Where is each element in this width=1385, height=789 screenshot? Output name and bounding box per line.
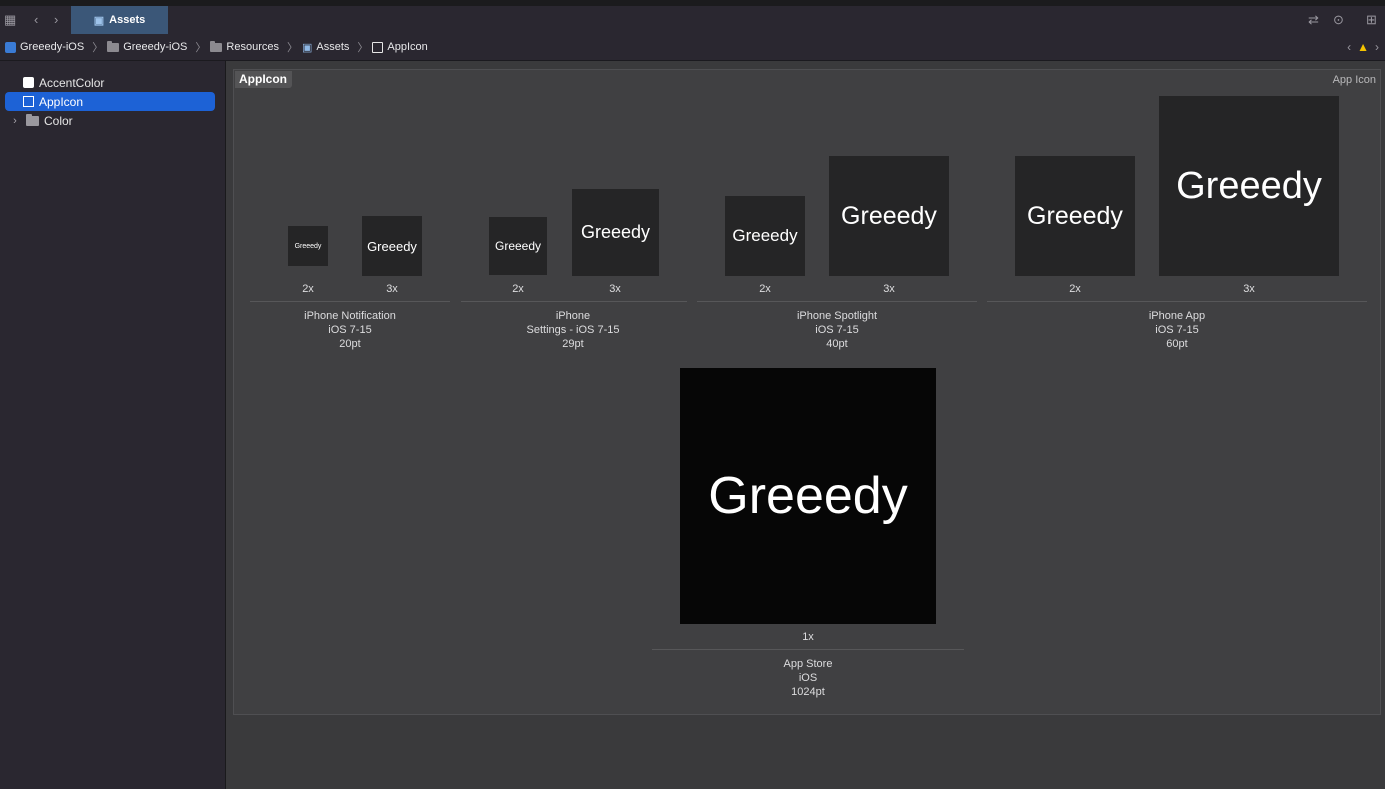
icon-slot-spotlight-3x[interactable]: Greeedy — [829, 156, 949, 276]
icon-text: Greeedy — [1176, 164, 1322, 207]
icon-text: Greeedy — [841, 201, 937, 230]
grid-icon[interactable]: ▦ — [4, 13, 16, 27]
group-size: 29pt — [562, 338, 584, 350]
scale-label: 2x — [759, 283, 771, 295]
breadcrumb-group[interactable]: Greeedy-iOS — [123, 41, 187, 53]
appicon-set-panel: AppIcon App Icon Greeedy Greeedy 2x 3x i… — [233, 69, 1381, 715]
tab-assets[interactable]: ▣ Assets — [71, 6, 168, 34]
divider — [652, 649, 964, 650]
divider — [461, 301, 687, 302]
breadcrumb-project[interactable]: Greeedy-iOS — [20, 41, 84, 53]
breadcrumb-separator-icon: 〉 — [92, 42, 104, 54]
group-name: iPhone Notification — [304, 310, 396, 322]
appicon-icon — [372, 41, 384, 53]
breadcrumb-separator-icon: 〉 — [357, 42, 369, 54]
icon-text: Greeedy — [580, 222, 651, 242]
chevron-right-icon[interactable]: › — [9, 115, 21, 127]
group-platform: Settings - iOS 7-15 — [526, 324, 620, 336]
tab-assets-label: Assets — [109, 14, 146, 26]
breadcrumb-appicon[interactable]: AppIcon — [387, 41, 427, 53]
scale-label: 3x — [609, 283, 621, 295]
panel-title: AppIcon — [235, 71, 292, 88]
divider — [697, 301, 977, 302]
project-icon — [5, 41, 16, 53]
icon-slot-settings-2x[interactable]: Greeedy — [489, 217, 547, 275]
asset-type-label: App Icon — [1332, 74, 1376, 86]
group-size: 60pt — [1166, 338, 1188, 350]
group-label-appstore: App Store iOS 1024pt — [698, 657, 918, 699]
icon-text: Greeedy — [367, 238, 417, 254]
breadcrumb: Greeedy-iOS 〉 Greeedy-iOS 〉 Resources 〉 … — [0, 34, 1385, 61]
divider — [250, 301, 450, 302]
group-platform: iOS 7-15 — [1155, 324, 1199, 336]
icon-slot-app-2x[interactable]: Greeedy — [1015, 156, 1135, 276]
breadcrumb-separator-icon: 〉 — [286, 42, 298, 54]
icon-text: Greeedy — [494, 239, 542, 253]
scale-label: 2x — [512, 283, 524, 295]
scale-label: 3x — [1243, 283, 1255, 295]
sidebar-item-color[interactable]: › Color — [5, 111, 215, 130]
next-issue-icon[interactable]: › — [1375, 40, 1379, 54]
sidebar-item-label: AppIcon — [39, 94, 84, 109]
group-platform: iOS 7-15 — [328, 324, 372, 336]
folder-icon — [210, 40, 223, 52]
icon-slot-appstore-1x[interactable]: Greeedy — [680, 368, 936, 624]
sidebar-item-label: AccentColor — [39, 75, 105, 90]
group-size: 1024pt — [791, 686, 825, 698]
folder-icon — [26, 113, 39, 126]
breadcrumb-assets[interactable]: Assets — [316, 41, 349, 53]
group-platform: iOS — [798, 672, 818, 684]
group-name: iPhone — [555, 310, 591, 322]
scale-label: 2x — [302, 283, 314, 295]
folder-icon — [107, 40, 120, 52]
icon-slot-notification-2x[interactable]: Greeedy — [288, 226, 328, 266]
divider — [987, 301, 1367, 302]
color-swatch-icon — [23, 77, 34, 88]
swap-icon[interactable]: ⇄ — [1308, 13, 1319, 27]
group-label-spotlight: iPhone Spotlight iOS 7-15 40pt — [727, 309, 947, 351]
breadcrumb-separator-icon: 〉 — [195, 42, 207, 54]
more-icon[interactable]: ⊙ — [1333, 13, 1344, 27]
tab-bar: ▦ ‹ › ▣ Assets ⇄ ⊙ ⊞ — [0, 0, 1385, 34]
group-name: iPhone Spotlight — [796, 310, 878, 322]
group-size: 40pt — [826, 338, 848, 350]
previous-issue-icon[interactable]: ‹ — [1347, 40, 1351, 54]
forward-icon[interactable]: › — [54, 13, 58, 27]
sidebar-item-accentcolor[interactable]: AccentColor — [5, 73, 215, 92]
breadcrumb-resources[interactable]: Resources — [226, 41, 279, 53]
warning-icon[interactable]: ▲ — [1357, 40, 1369, 54]
scale-label: 2x — [1069, 283, 1081, 295]
icon-text: Greeedy — [732, 226, 798, 245]
appicon-icon — [23, 96, 34, 107]
asset-navigator: AccentColor AppIcon › Color — [0, 61, 226, 789]
icon-slot-spotlight-2x[interactable]: Greeedy — [725, 196, 805, 276]
group-name: iPhone App — [1148, 310, 1206, 322]
icon-text: Greeedy — [1027, 201, 1123, 230]
icon-text: Greeedy — [294, 242, 322, 250]
add-editor-icon[interactable]: ⊞ — [1366, 13, 1377, 27]
group-platform: iOS 7-15 — [815, 324, 859, 336]
assets-icon: ▣ — [93, 14, 105, 27]
icon-slot-notification-3x[interactable]: Greeedy — [362, 216, 422, 276]
icon-slot-app-3x[interactable]: Greeedy — [1159, 96, 1339, 276]
scale-label: 3x — [883, 283, 895, 295]
sidebar-item-appicon[interactable]: AppIcon — [5, 92, 215, 111]
group-name: App Store — [783, 658, 833, 670]
assets-icon: ▣ — [301, 41, 313, 54]
icon-text: Greeedy — [708, 467, 908, 525]
group-label-notification: iPhone Notification iOS 7-15 20pt — [240, 309, 460, 351]
sidebar-item-label: Color — [44, 113, 73, 128]
scale-label: 3x — [386, 283, 398, 295]
group-label-app: iPhone App iOS 7-15 60pt — [1067, 309, 1287, 351]
group-label-settings: iPhone Settings - iOS 7-15 29pt — [463, 309, 683, 351]
back-icon[interactable]: ‹ — [34, 13, 38, 27]
icon-slot-settings-3x[interactable]: Greeedy — [572, 189, 659, 276]
scale-label: 1x — [802, 631, 814, 643]
group-size: 20pt — [339, 338, 361, 350]
